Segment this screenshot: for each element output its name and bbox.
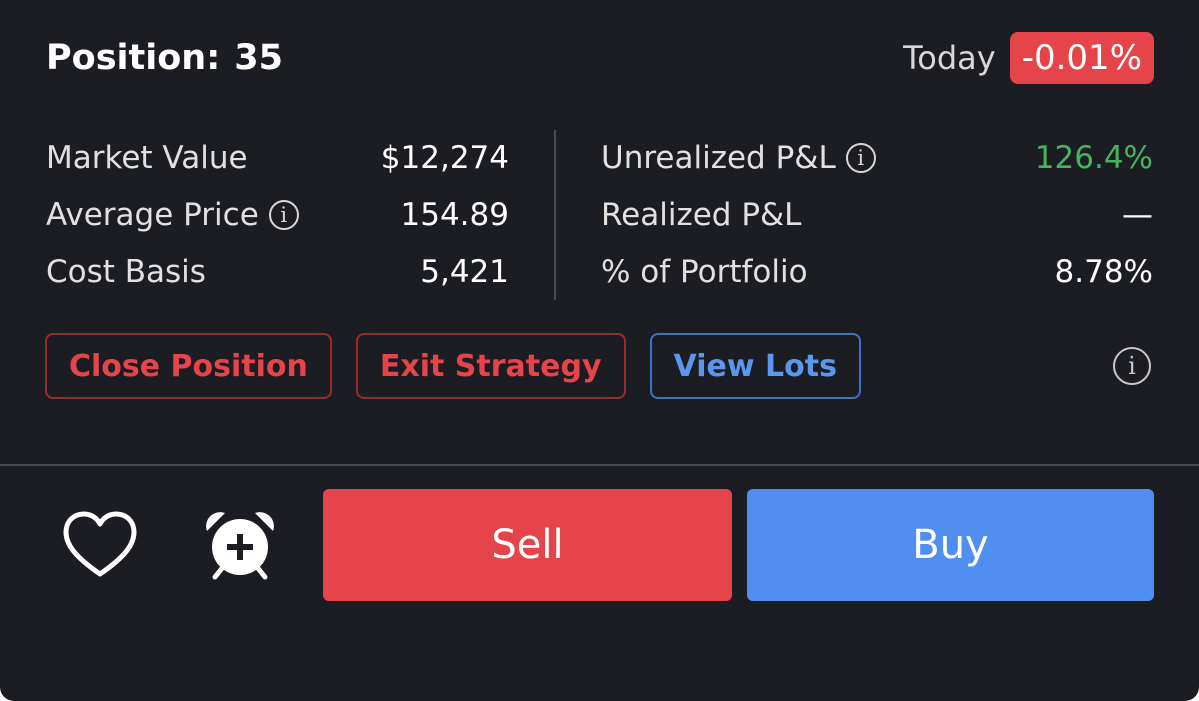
position-actions: Close Position Exit Strategy View Lots i xyxy=(45,333,1151,399)
stat-row-portfolio-percent: % of Portfolio 8.78% xyxy=(601,243,1153,300)
heart-icon[interactable] xyxy=(60,507,140,583)
view-lots-button[interactable]: View Lots xyxy=(649,333,861,399)
position-panel: Position: 35 Today -0.01% Market Value $… xyxy=(0,0,1199,701)
stat-value: 8.78% xyxy=(1054,253,1153,290)
position-stats: Market Value $12,274 Average Price i 154… xyxy=(46,130,1153,300)
position-quantity: 35 xyxy=(234,38,283,78)
stats-right-column: Unrealized P&L i 126.4% Realized P&L — %… xyxy=(556,130,1153,300)
stats-left-column: Market Value $12,274 Average Price i 154… xyxy=(46,130,554,300)
stat-row-cost-basis: Cost Basis 5,421 xyxy=(46,243,509,300)
info-icon[interactable]: i xyxy=(845,143,876,174)
stat-label: Realized P&L xyxy=(601,197,802,233)
stat-value: $12,274 xyxy=(380,140,509,177)
stat-value: 154.89 xyxy=(400,197,509,233)
stat-label: Unrealized P&L i xyxy=(601,140,876,176)
section-divider xyxy=(0,464,1199,466)
stat-value: 126.4% xyxy=(1034,140,1153,177)
stat-row-average-price: Average Price i 154.89 xyxy=(46,187,509,244)
info-icon[interactable]: i xyxy=(1113,347,1151,385)
stat-value: 5,421 xyxy=(420,253,509,290)
today-change: Today -0.01% xyxy=(903,31,1154,85)
stat-value: — xyxy=(1122,197,1153,233)
info-icon[interactable]: i xyxy=(268,200,299,230)
trade-bar: Sell Buy xyxy=(0,489,1199,601)
alarm-add-icon[interactable] xyxy=(200,507,280,583)
close-position-button[interactable]: Close Position xyxy=(45,333,332,399)
stat-label: Market Value xyxy=(46,140,248,177)
position-label: Position: xyxy=(46,38,221,78)
exit-strategy-button[interactable]: Exit Strategy xyxy=(355,333,626,399)
stat-row-market-value: Market Value $12,274 xyxy=(46,130,509,187)
stat-label: Average Price i xyxy=(46,197,299,233)
stat-row-realized-pnl: Realized P&L — xyxy=(601,187,1153,244)
stat-label: Cost Basis xyxy=(46,253,206,290)
today-change-badge: -0.01% xyxy=(1009,31,1154,85)
stat-row-unrealized-pnl: Unrealized P&L i 126.4% xyxy=(601,130,1153,187)
buy-button[interactable]: Buy xyxy=(747,489,1154,601)
position-title: Position: 35 xyxy=(46,38,283,78)
sell-button[interactable]: Sell xyxy=(323,489,732,601)
today-label: Today xyxy=(903,38,996,77)
position-header: Position: 35 Today -0.01% xyxy=(46,30,1154,86)
stat-label: % of Portfolio xyxy=(601,253,808,290)
